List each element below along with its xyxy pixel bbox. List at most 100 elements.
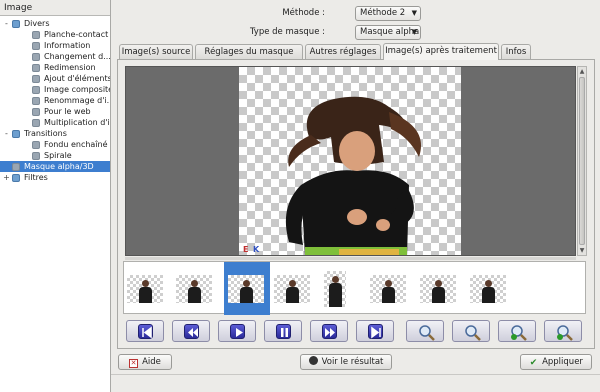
thumbnail-figure-body — [382, 287, 395, 303]
tree-item[interactable]: Redimension — [0, 62, 110, 73]
close-icon: ✕ — [129, 359, 139, 368]
tree-item[interactable]: Masque alpha/3D — [0, 161, 110, 172]
thumbnail-image[interactable] — [420, 275, 456, 303]
tab-infos[interactable]: Infos — [501, 44, 531, 59]
tree-item-label: Renommage d'i... — [44, 96, 110, 105]
thumbnail-figure-body — [286, 287, 299, 303]
zoom-out-icon — [556, 324, 573, 341]
last-button[interactable] — [356, 320, 394, 342]
thumbnail-figure-body — [329, 283, 342, 307]
corner-marker-k: K — [253, 245, 260, 254]
folder-icon — [12, 20, 20, 28]
tree-item[interactable]: Pour le web — [0, 106, 110, 117]
effects-tree: - Divers Planche-contact Information Changem… — [0, 16, 110, 183]
methode-label: Méthode : — [282, 8, 325, 18]
zoom-button[interactable] — [406, 320, 444, 342]
effect-icon — [32, 152, 40, 160]
tree-item[interactable]: Multiplication d'i... — [0, 117, 110, 128]
tree-item-label: Transitions — [24, 129, 67, 138]
thumbnail-figure-body — [432, 287, 445, 303]
scroll-down-icon[interactable]: ▼ — [578, 246, 586, 255]
play-button[interactable] — [218, 320, 256, 342]
chevron-down-icon: ▼ — [411, 28, 417, 36]
tree-item-label: Fondu enchaîné — [44, 140, 108, 149]
tree-item[interactable]: Changement d... — [0, 51, 110, 62]
thumbnail-figure-head — [191, 280, 198, 287]
transparency-checkerboard: E K — [239, 67, 461, 255]
thumbnail-figure-body — [240, 287, 253, 303]
tree-item-label: Masque alpha/3D — [24, 162, 94, 171]
scrollbar-thumb[interactable] — [579, 77, 585, 245]
effect-icon — [32, 75, 40, 83]
aide-button[interactable]: ✕ Aide — [118, 354, 172, 370]
tree-item[interactable]: Ajout d'éléments — [0, 73, 110, 84]
thumbnail-figure-head — [332, 276, 339, 283]
expand-icon[interactable]: + — [3, 172, 10, 183]
tree-item-label: Multiplication d'i... — [44, 118, 110, 127]
thumbnail-image[interactable] — [176, 275, 212, 303]
tree-item-label: Filtres — [24, 173, 48, 182]
thumbnail-image[interactable] — [127, 275, 163, 303]
voir-resultat-button[interactable]: Voir le résultat — [300, 354, 392, 370]
tree-item-label: Information — [44, 41, 91, 50]
effect-icon — [32, 97, 40, 105]
play-icon — [230, 324, 245, 339]
effect-icon — [32, 42, 40, 50]
thumbnail-figure-head — [485, 280, 492, 287]
thumbnail-image[interactable] — [228, 275, 264, 303]
sidebar-header: Image — [0, 0, 110, 16]
corner-marker-e: E — [243, 245, 249, 254]
preview-vertical-scrollbar[interactable]: ▲ ▼ — [577, 66, 587, 256]
tree-item[interactable]: Spirale — [0, 150, 110, 161]
tree-item[interactable]: Fondu enchaîné — [0, 139, 110, 150]
tree-item[interactable]: Planche-contact — [0, 29, 110, 40]
thumbnail-strip — [123, 261, 586, 315]
tree-item-label: Redimension — [44, 63, 96, 72]
thumbnail-figure-head — [435, 280, 442, 287]
eye-icon — [308, 356, 318, 365]
first-button[interactable] — [126, 320, 164, 342]
previous-button[interactable] — [172, 320, 210, 342]
thumbnail-image[interactable] — [370, 275, 406, 303]
thumbnail-figure-head — [142, 280, 149, 287]
tree-item[interactable]: - Transitions — [0, 128, 110, 139]
collapse-icon[interactable]: - — [3, 128, 10, 139]
sidebar-tree-panel: Image - Divers Planche-contact Information C… — [0, 0, 111, 392]
tree-item[interactable]: + Filtres — [0, 172, 110, 183]
zoom-in-button[interactable] — [498, 320, 536, 342]
thumbnail-image[interactable] — [324, 271, 346, 307]
zoom-out-button[interactable] — [544, 320, 582, 342]
tab-images-apres-traitement[interactable]: Image(s) après traitement — [383, 43, 499, 60]
methode-dropdown[interactable]: Méthode 2 ▼ — [355, 6, 421, 21]
fast-forward-icon — [322, 324, 337, 339]
checkmark-icon: ✔ — [529, 358, 538, 368]
effect-icon — [32, 64, 40, 72]
effect-icon — [32, 31, 40, 39]
collapse-icon[interactable]: - — [3, 18, 10, 29]
masque-dropdown[interactable]: Masque alpha ▼ — [355, 25, 421, 40]
effect-icon — [32, 108, 40, 116]
folder-icon — [12, 130, 20, 138]
thumbnail-figure-head — [243, 280, 250, 287]
tab-reglages-masque[interactable]: Réglages du masque — [195, 44, 303, 59]
preview-photo — [285, 96, 421, 255]
scroll-up-icon[interactable]: ▲ — [578, 67, 586, 76]
next-button[interactable] — [310, 320, 348, 342]
tree-item[interactable]: Renommage d'i... — [0, 95, 110, 106]
preview-horizontal-scrollbar[interactable] — [125, 257, 576, 260]
zoom-fit-button[interactable] — [452, 320, 490, 342]
tree-item[interactable]: Information — [0, 40, 110, 51]
appliquer-button[interactable]: ✔ Appliquer — [520, 354, 592, 370]
tree-item-label: Ajout d'éléments — [44, 74, 110, 83]
tree-item[interactable]: Image composite — [0, 84, 110, 95]
magnifier-icon — [418, 324, 435, 341]
tree-item[interactable]: - Divers — [0, 18, 110, 29]
tab-autres-reglages[interactable]: Autres réglages — [305, 44, 381, 59]
pause-icon — [276, 324, 291, 339]
tree-item-label: Spirale — [44, 151, 72, 160]
thumbnail-figure-head — [289, 280, 296, 287]
pause-button[interactable] — [264, 320, 302, 342]
thumbnail-image[interactable] — [470, 275, 506, 303]
tab-images-source[interactable]: Image(s) source — [119, 44, 193, 59]
thumbnail-image[interactable] — [274, 275, 310, 303]
